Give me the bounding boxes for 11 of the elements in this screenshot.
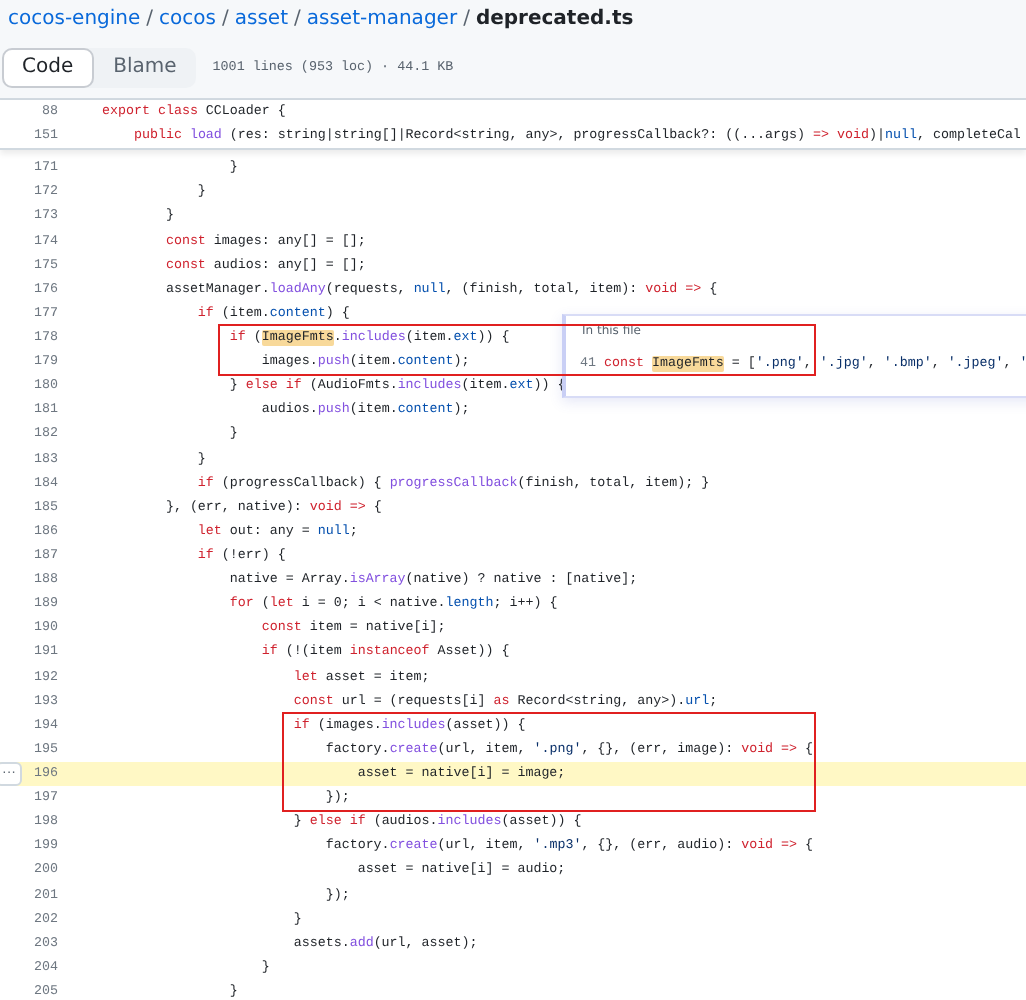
breadcrumb-link[interactable]: cocos — [159, 7, 216, 29]
breadcrumb-link[interactable]: asset-manager — [306, 7, 458, 29]
breadcrumb-separator: / — [222, 7, 229, 29]
view-tab[interactable]: Code — [2, 47, 94, 87]
breadcrumb-link[interactable]: cocos-engine — [8, 7, 141, 29]
breadcrumb-separator: / — [294, 7, 301, 29]
breadcrumb-separator: / — [463, 7, 470, 29]
view-tab[interactable]: Blame — [93, 47, 197, 87]
breadcrumb-link[interactable]: asset — [234, 7, 288, 29]
file-name: deprecated.ts — [475, 7, 634, 29]
breadcrumb-separator: / — [146, 7, 154, 29]
